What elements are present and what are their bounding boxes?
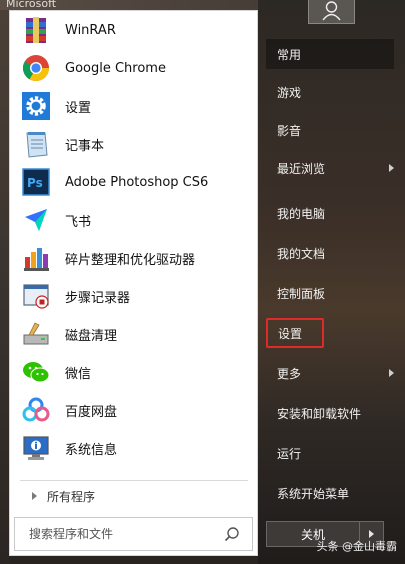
program-item-settings[interactable]: 设置 <box>10 87 257 125</box>
background-window-title: Microsoft <box>6 0 57 10</box>
system-info-icon <box>20 432 52 464</box>
places-item-more[interactable]: 更多 <box>266 358 394 388</box>
places-item-system-start-menu[interactable]: 系统开始菜单 <box>266 478 394 508</box>
watermark: 头条 @金山毒霸 <box>316 540 398 553</box>
program-item-feishu[interactable]: 飞书 <box>10 201 257 239</box>
search-icon[interactable] <box>224 526 240 542</box>
user-avatar[interactable] <box>308 0 355 24</box>
desktop-background-left <box>0 10 9 564</box>
disk-cleanup-icon <box>20 318 52 350</box>
start-menu-places-pane: 常用 游戏 影音 最近浏览 我的电脑 我的文档 控制面板 设置 更多 安装和卸载… <box>258 0 405 564</box>
places-item-install-uninstall[interactable]: 安装和卸载软件 <box>266 398 394 428</box>
search-input[interactable] <box>15 518 229 550</box>
program-item-notepad[interactable]: 记事本 <box>10 125 257 163</box>
program-item-system-info[interactable]: 系统信息 <box>10 429 257 467</box>
all-programs-button[interactable]: 所有程序 <box>32 485 95 507</box>
places-item-label: 影音 <box>277 123 302 138</box>
defrag-icon <box>20 242 52 274</box>
program-label: 百度网盘 <box>65 404 118 420</box>
program-label: 记事本 <box>65 138 105 154</box>
places-item-label: 更多 <box>277 366 302 381</box>
chevron-right-icon <box>32 492 37 500</box>
places-item-recent[interactable]: 最近浏览 <box>266 153 394 183</box>
places-item-label: 我的文档 <box>277 246 326 261</box>
svg-text:Ps: Ps <box>27 176 43 190</box>
chrome-icon <box>20 52 52 84</box>
start-menu-programs-pane: WinRAR Google Chrome 设置 记事本 Ps Adobe Pho… <box>9 10 258 556</box>
chevron-right-icon <box>389 369 394 377</box>
places-item-label: 最近浏览 <box>277 161 326 176</box>
chevron-right-icon <box>389 164 394 172</box>
places-item-label: 控制面板 <box>277 286 326 301</box>
places-item-label: 游戏 <box>277 85 302 100</box>
program-label: 碎片整理和优化驱动器 <box>65 252 196 268</box>
program-item-disk-cleanup[interactable]: 磁盘清理 <box>10 315 257 353</box>
program-label: Adobe Photoshop CS6 <box>65 174 209 190</box>
places-item-media[interactable]: 影音 <box>266 115 394 145</box>
chevron-right-icon <box>369 530 374 538</box>
steps-recorder-icon <box>20 280 52 312</box>
program-label: 步骤记录器 <box>65 290 131 306</box>
all-programs-label: 所有程序 <box>47 489 96 504</box>
wechat-icon <box>20 356 52 388</box>
places-item-games[interactable]: 游戏 <box>266 77 394 107</box>
program-label: 微信 <box>65 366 92 382</box>
places-item-label: 系统开始菜单 <box>277 486 350 501</box>
program-item-photoshop[interactable]: Ps Adobe Photoshop CS6 <box>10 163 257 201</box>
winrar-icon <box>20 14 52 46</box>
program-label: WinRAR <box>65 22 116 38</box>
search-box <box>14 517 253 551</box>
program-label: 系统信息 <box>65 442 118 458</box>
baidu-netdisk-icon <box>20 394 52 426</box>
photoshop-icon: Ps <box>20 166 52 198</box>
feishu-icon <box>20 204 52 236</box>
places-item-control-panel[interactable]: 控制面板 <box>266 278 394 308</box>
places-item-label: 设置 <box>278 326 303 341</box>
program-item-steps-recorder[interactable]: 步骤记录器 <box>10 277 257 315</box>
program-label: Google Chrome <box>65 60 166 76</box>
user-icon <box>322 1 341 21</box>
places-item-label: 常用 <box>277 47 302 62</box>
places-item-my-documents[interactable]: 我的文档 <box>266 238 394 268</box>
places-item-my-computer[interactable]: 我的电脑 <box>266 198 394 228</box>
places-item-label: 运行 <box>277 446 302 461</box>
places-item-frequent[interactable]: 常用 <box>266 39 394 69</box>
places-item-run[interactable]: 运行 <box>266 438 394 468</box>
program-item-wechat[interactable]: 微信 <box>10 353 257 391</box>
program-label: 设置 <box>65 100 92 116</box>
notepad-icon <box>20 128 52 160</box>
places-item-label: 我的电脑 <box>277 206 326 221</box>
program-item-defrag[interactable]: 碎片整理和优化驱动器 <box>10 239 257 277</box>
places-item-settings[interactable]: 设置 <box>266 318 324 348</box>
program-item-chrome[interactable]: Google Chrome <box>10 49 257 87</box>
program-item-baidu-netdisk[interactable]: 百度网盘 <box>10 391 257 429</box>
program-label: 飞书 <box>65 214 92 230</box>
program-label: 磁盘清理 <box>65 328 118 344</box>
program-item-winrar[interactable]: WinRAR <box>10 11 257 49</box>
settings-gear-icon <box>20 90 52 122</box>
places-item-label: 安装和卸载软件 <box>277 406 362 421</box>
divider <box>20 480 248 481</box>
